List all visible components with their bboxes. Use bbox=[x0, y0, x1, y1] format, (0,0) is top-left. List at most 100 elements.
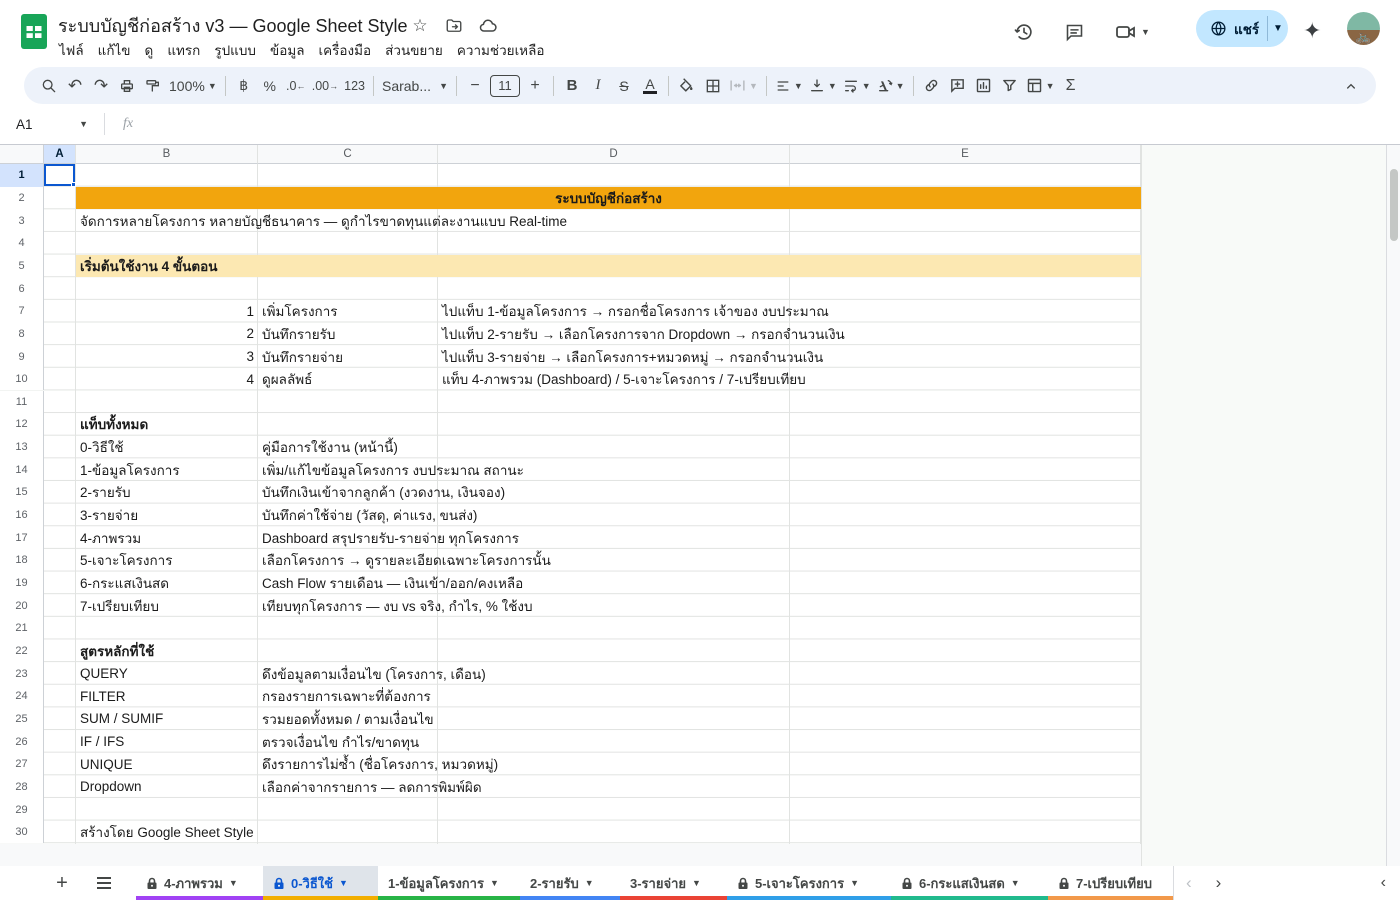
menu-4[interactable]: รูปแบบ bbox=[207, 36, 263, 64]
zoom-select[interactable]: 100%▼ bbox=[166, 72, 220, 100]
row-header-26[interactable]: 26 bbox=[0, 730, 44, 753]
row-header-10[interactable]: 10 bbox=[0, 368, 44, 391]
column-header-A[interactable]: A bbox=[44, 145, 76, 164]
print-icon[interactable] bbox=[114, 72, 140, 100]
column-header-D[interactable]: D bbox=[438, 145, 790, 164]
currency-format-button[interactable]: ฿ bbox=[231, 72, 257, 100]
column-header-E[interactable]: E bbox=[790, 145, 1141, 164]
cell-B25[interactable]: SUM / SUMIF bbox=[76, 708, 167, 731]
row-header-13[interactable]: 13 bbox=[0, 436, 44, 459]
sheet-tab-caret-icon[interactable]: ▼ bbox=[490, 878, 499, 888]
bold-button[interactable]: B bbox=[559, 72, 585, 100]
cell-B2[interactable]: ระบบบัญชีก่อสร้าง bbox=[76, 187, 1141, 210]
percent-format-button[interactable]: % bbox=[257, 72, 283, 100]
paint-format-icon[interactable] bbox=[140, 72, 166, 100]
row-header-5[interactable]: 5 bbox=[0, 255, 44, 278]
row-header-15[interactable]: 15 bbox=[0, 481, 44, 504]
increase-decimals-button[interactable]: .00→ bbox=[309, 72, 341, 100]
add-sheet-button[interactable]: + bbox=[47, 866, 77, 900]
menu-8[interactable]: ความช่วยเหลือ bbox=[450, 36, 552, 64]
cell-B26[interactable]: IF / IFS bbox=[76, 730, 128, 753]
cell-C10[interactable]: ดูผลลัพธ์ bbox=[258, 368, 316, 391]
cloud-status-icon[interactable] bbox=[477, 15, 499, 37]
meet-video-icon[interactable]: ▼ bbox=[1112, 18, 1152, 46]
name-box[interactable]: A1 ▼ bbox=[0, 117, 96, 132]
row-header-18[interactable]: 18 bbox=[0, 549, 44, 572]
cell-B12[interactable]: แท็บทั้งหมด bbox=[76, 413, 152, 436]
row-header-11[interactable]: 11 bbox=[0, 391, 44, 414]
cell-C24[interactable]: กรองรายการเฉพาะที่ต้องการ bbox=[258, 685, 435, 708]
share-dropdown[interactable]: ▼ bbox=[1268, 23, 1288, 34]
sheet-tab-caret-icon[interactable]: ▼ bbox=[339, 878, 348, 888]
select-all-corner[interactable] bbox=[0, 145, 44, 164]
share-button[interactable]: แชร์ ▼ bbox=[1196, 10, 1288, 47]
row-header-19[interactable]: 19 bbox=[0, 572, 44, 595]
menu-6[interactable]: เครื่องมือ bbox=[312, 36, 379, 64]
comments-icon[interactable] bbox=[1060, 18, 1088, 46]
scroll-tabs-left-icon[interactable]: ‹ bbox=[1174, 873, 1204, 893]
cell-C7[interactable]: เพิ่มโครงการ bbox=[258, 300, 342, 323]
cell-C25[interactable]: รวมยอดทั้งหมด / ตามเงื่อนไข bbox=[258, 708, 438, 731]
row-header-4[interactable]: 4 bbox=[0, 232, 44, 255]
account-avatar[interactable]: 🚲 bbox=[1347, 12, 1380, 45]
cell-C26[interactable]: ตรวจเงื่อนไข กำไร/ขาดทุน bbox=[258, 730, 423, 753]
row-header-6[interactable]: 6 bbox=[0, 277, 44, 300]
cell-B9[interactable]: 3 bbox=[76, 345, 258, 368]
sheet-tab-4-ภาพรวม[interactable]: 4-ภาพรวม▼ bbox=[136, 866, 263, 900]
insert-comment-icon[interactable] bbox=[945, 72, 971, 100]
row-header-22[interactable]: 22 bbox=[0, 640, 44, 663]
row-header-7[interactable]: 7 bbox=[0, 300, 44, 323]
sheets-logo-icon[interactable] bbox=[20, 13, 48, 50]
row-header-14[interactable]: 14 bbox=[0, 458, 44, 481]
cell-B15[interactable]: 2-รายรับ bbox=[76, 481, 135, 504]
cell-C19[interactable]: Cash Flow รายเดือน — เงินเข้า/ออก/คงเหลื… bbox=[258, 572, 527, 595]
cell-B19[interactable]: 6-กระแสเงินสด bbox=[76, 572, 173, 595]
cell-C15[interactable]: บันทึกเงินเข้าจากลูกค้า (งวดงาน, เงินจอง… bbox=[258, 481, 509, 504]
menu-2[interactable]: ดู bbox=[138, 36, 161, 64]
row-header-29[interactable]: 29 bbox=[0, 798, 44, 821]
fill-color-icon[interactable] bbox=[674, 72, 700, 100]
sheet-tab-caret-icon[interactable]: ▼ bbox=[1011, 878, 1020, 888]
merge-cells-icon[interactable]: ▼ bbox=[726, 72, 761, 100]
undo-icon[interactable]: ↶ bbox=[62, 72, 88, 100]
cell-B17[interactable]: 4-ภาพรวม bbox=[76, 526, 145, 549]
font-select[interactable]: Sarab...▼ bbox=[379, 72, 451, 100]
sheet-tab-3-รายจ่าย[interactable]: 3-รายจ่าย▼ bbox=[620, 866, 727, 900]
cell-B27[interactable]: UNIQUE bbox=[76, 753, 137, 776]
cell-C16[interactable]: บันทึกค่าใช้จ่าย (วัสดุ, ค่าแรง, ขนส่ง) bbox=[258, 504, 481, 527]
cell-C23[interactable]: ดึงข้อมูลตามเงื่อนไข (โครงการ, เดือน) bbox=[258, 662, 490, 685]
sheet-tab-1-ข้อมูลโครงการ[interactable]: 1-ข้อมูลโครงการ▼ bbox=[378, 866, 520, 900]
cell-B20[interactable]: 7-เปรียบเทียบ bbox=[76, 594, 163, 617]
row-header-12[interactable]: 12 bbox=[0, 413, 44, 436]
functions-sigma-button[interactable]: Σ bbox=[1058, 72, 1084, 100]
gemini-sparkle-icon[interactable]: ✦ bbox=[1303, 18, 1321, 44]
cell-B3[interactable]: จัดการหลายโครงการ หลายบัญชีธนาคาร — ดูกำ… bbox=[76, 209, 571, 232]
cell-B24[interactable]: FILTER bbox=[76, 685, 130, 708]
column-header-B[interactable]: B bbox=[76, 145, 258, 164]
row-header-16[interactable]: 16 bbox=[0, 504, 44, 527]
increase-font-size-button[interactable]: + bbox=[522, 72, 548, 100]
cell-B22[interactable]: สูตรหลักที่ใช้ bbox=[76, 640, 158, 663]
row-header-20[interactable]: 20 bbox=[0, 594, 44, 617]
text-rotation-icon[interactable]: ▼ bbox=[874, 72, 908, 100]
vertical-scrollbar[interactable] bbox=[1386, 145, 1400, 866]
sheet-tab-7-เปรียบเทียบ[interactable]: 7-เปรียบเทียบ bbox=[1048, 866, 1174, 900]
star-icon[interactable]: ☆ bbox=[409, 15, 431, 37]
row-header-9[interactable]: 9 bbox=[0, 345, 44, 368]
row-header-28[interactable]: 28 bbox=[0, 776, 44, 799]
menu-7[interactable]: ส่วนขยาย bbox=[378, 36, 450, 64]
table-views-icon[interactable]: ▼ bbox=[1023, 72, 1058, 100]
cell-B28[interactable]: Dropdown bbox=[76, 776, 146, 799]
cell-D8[interactable]: ไปแท็บ 2-รายรับ → เลือกโครงการจาก Dropdo… bbox=[438, 323, 849, 346]
sheet-tab-caret-icon[interactable]: ▼ bbox=[229, 878, 238, 888]
sheet-tab-caret-icon[interactable]: ▼ bbox=[850, 878, 859, 888]
borders-icon[interactable] bbox=[700, 72, 726, 100]
menu-0[interactable]: ไฟล์ bbox=[52, 36, 91, 64]
cell-C14[interactable]: เพิ่ม/แก้ไขข้อมูลโครงการ งบประมาณ สถานะ bbox=[258, 458, 528, 481]
filter-icon[interactable] bbox=[997, 72, 1023, 100]
row-header-17[interactable]: 17 bbox=[0, 526, 44, 549]
scrollbar-thumb[interactable] bbox=[1390, 169, 1398, 241]
cell-C8[interactable]: บันทึกรายรับ bbox=[258, 323, 339, 346]
row-header-23[interactable]: 23 bbox=[0, 662, 44, 685]
cell-B30[interactable]: สร้างโดย Google Sheet Style bbox=[76, 821, 258, 844]
